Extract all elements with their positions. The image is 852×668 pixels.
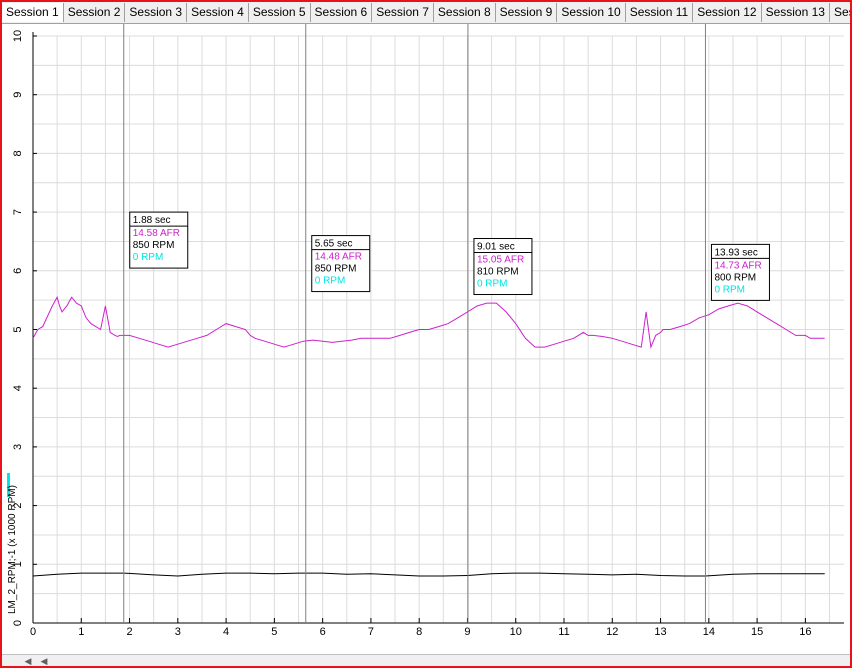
x-tick-label: 10 [510, 626, 522, 638]
y-tick-label: 4 [12, 385, 24, 391]
x-tick-label: 4 [223, 626, 229, 638]
y-tick-label: 5 [12, 326, 24, 332]
readout-afr: 14.48 AFR [315, 252, 362, 263]
x-tick-label: 13 [654, 626, 666, 638]
tab-session-7[interactable]: Session 7 [372, 3, 434, 22]
tab-session-13[interactable]: Session 13 [762, 3, 830, 22]
readout-rpm2: 0 RPM [133, 252, 164, 263]
readout-rpm: 850 RPM [315, 264, 357, 275]
cursor-readout-box[interactable]: 1.88 sec 14.58 AFR850 RPM0 RPM [129, 211, 189, 269]
tab-session-8[interactable]: Session 8 [434, 3, 496, 22]
arrow-left-icon[interactable]: ◀ [38, 655, 50, 666]
cursor-readout-box[interactable]: 5.65 sec 14.48 AFR850 RPM0 RPM [311, 235, 371, 293]
readout-time: 9.01 sec [477, 242, 515, 253]
horizontal-scrollbar[interactable]: ◀ ◀ [2, 654, 850, 666]
x-tick-label: 0 [30, 626, 36, 638]
cursor-readout-box[interactable]: 9.01 sec 15.05 AFR810 RPM0 RPM [473, 238, 533, 296]
readout-rpm2: 0 RPM [315, 276, 346, 287]
x-tick-label: 3 [175, 626, 181, 638]
x-tick-label: 14 [703, 626, 715, 638]
tab-session-1[interactable]: Session 1 [2, 3, 64, 22]
tab-session-14[interactable]: Session 14 [830, 3, 850, 22]
y-tick-label: 7 [12, 209, 24, 215]
readout-time: 1.88 sec [133, 215, 171, 226]
y-tick-label: 0 [12, 620, 24, 626]
readout-afr: 14.73 AFR [714, 260, 761, 271]
x-tick-label: 7 [368, 626, 374, 638]
readout-rpm: 850 RPM [133, 240, 175, 251]
tab-session-5[interactable]: Session 5 [249, 3, 311, 22]
readout-afr: 14.58 AFR [133, 228, 180, 239]
x-tick-label: 5 [271, 626, 277, 638]
tab-session-9[interactable]: Session 9 [496, 3, 558, 22]
session-tab-bar: Session 1 Session 2 Session 3 Session 4 Sess… [2, 2, 850, 24]
readout-rpm: 810 RPM [477, 267, 519, 278]
y-axis-label: LM_2_RPM;-1 (x 1000 RPM) [7, 485, 18, 614]
x-tick-label: 16 [799, 626, 811, 638]
x-tick-label: 15 [751, 626, 763, 638]
tab-session-10[interactable]: Session 10 [557, 3, 626, 22]
readout-afr: 15.05 AFR [477, 255, 524, 266]
y-tick-label: 9 [12, 92, 24, 98]
afr-rpm-chart[interactable]: 0 1 2 3 4 5 6 7 8 9 10 11 12 13 14 15 16012345678910 1.8… [2, 24, 850, 654]
app-window: Session 1 Session 2 Session 3 Session 4 Sess… [0, 0, 852, 668]
readout-rpm2: 0 RPM [477, 279, 508, 290]
tab-session-12[interactable]: Session 12 [693, 3, 762, 22]
readout-time: 5.65 sec [315, 239, 353, 250]
tab-session-3[interactable]: Session 3 [125, 3, 188, 22]
y-tick-label: 10 [12, 30, 24, 42]
x-tick-label: 11 [558, 626, 569, 638]
tab-session-4[interactable]: Session 4 [187, 3, 249, 22]
x-tick-label: 8 [416, 626, 422, 638]
y-tick-label: 6 [12, 268, 24, 274]
chart-grid [32, 35, 844, 624]
cursor-readout-box[interactable]: 13.93 sec 14.73 AFR800 RPM0 RPM [710, 243, 770, 301]
readout-rpm: 800 RPM [714, 272, 756, 283]
tab-session-2[interactable]: Session 2 [64, 3, 126, 22]
y-tick-label: 8 [12, 150, 24, 156]
readout-time: 13.93 sec [714, 247, 757, 258]
x-tick-label: 1 [78, 626, 84, 638]
y-tick-label: 3 [12, 444, 24, 450]
arrow-left-icon[interactable]: ◀ [22, 655, 34, 666]
x-tick-label: 9 [464, 626, 470, 638]
tab-session-11[interactable]: Session 11 [626, 3, 694, 22]
x-tick-label: 2 [126, 626, 132, 638]
tab-session-6[interactable]: Session 6 [311, 3, 373, 22]
x-tick-label: 6 [320, 626, 326, 638]
readout-rpm2: 0 RPM [714, 284, 745, 295]
x-tick-label: 12 [606, 626, 618, 638]
